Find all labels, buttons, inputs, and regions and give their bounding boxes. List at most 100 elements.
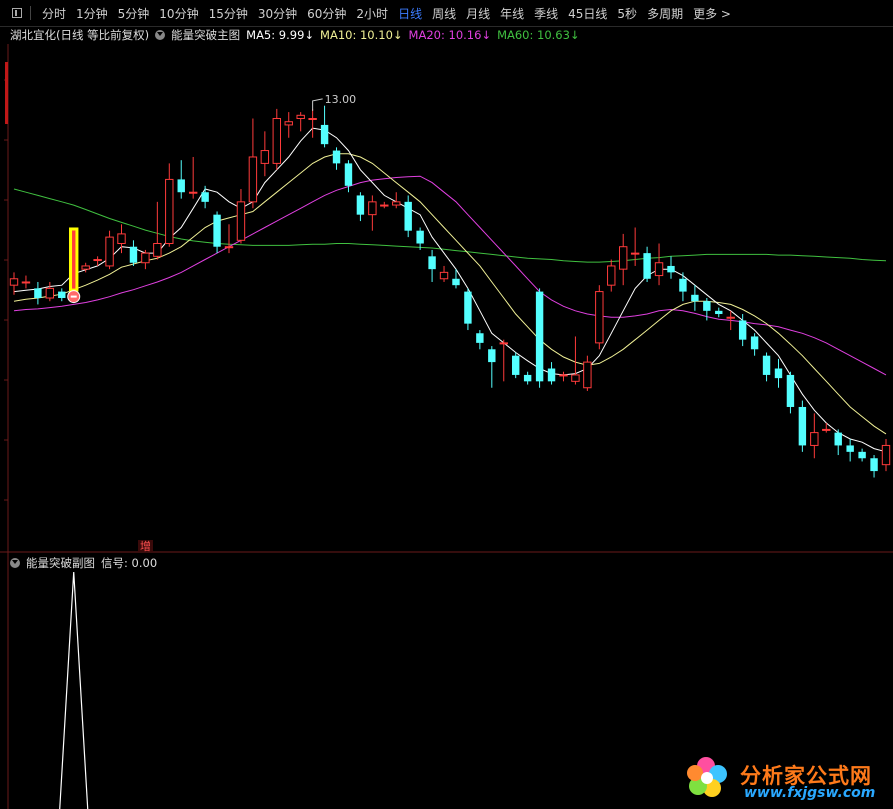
candle-body-up xyxy=(117,233,126,245)
candle-body-down xyxy=(213,214,221,247)
stock-title: 湖北宜化(日线 等比前复权) xyxy=(10,28,150,42)
candle-body-up xyxy=(260,150,270,164)
main-indicator-header: 湖北宜化(日线 等比前复权) 能量突破主图 MA5: 9.99↓ MA10: 1… xyxy=(10,27,586,43)
candle-body-up xyxy=(595,291,604,344)
candle-body-down xyxy=(535,291,544,382)
ma5-value: MA5: 9.99↓ xyxy=(246,28,315,42)
signal-spike-line xyxy=(59,571,89,809)
tab-2hour[interactable]: 2小时 xyxy=(351,5,393,22)
signal-value: 信号: 0.00 xyxy=(101,556,158,570)
candle-body-up xyxy=(284,121,293,126)
candle-body-up xyxy=(45,287,55,299)
main-indicator-name[interactable]: 能量突破主图 xyxy=(171,27,240,43)
tab-30min[interactable]: 30分钟 xyxy=(253,5,302,22)
candle-body-up xyxy=(236,201,246,241)
tab-fenshi[interactable]: 分时 xyxy=(37,5,71,22)
tab-5min[interactable]: 5分钟 xyxy=(113,5,155,22)
high-price-label: 13.00 xyxy=(325,93,357,106)
kline-chart[interactable]: 13.00 增 xyxy=(0,0,893,809)
candle-body-up xyxy=(380,204,389,207)
candle-body-up xyxy=(439,271,449,280)
candle-body-up xyxy=(248,156,258,203)
candle-body-down xyxy=(667,265,675,273)
tab-60min[interactable]: 60分钟 xyxy=(302,5,351,22)
candle-body-up xyxy=(368,201,377,216)
ma5-line xyxy=(13,127,887,453)
tab-5sec[interactable]: 5秒 xyxy=(612,5,642,22)
tab-multi-period[interactable]: 多周期 xyxy=(642,5,688,22)
candle-body-down xyxy=(858,451,866,459)
candle-body-down xyxy=(523,374,532,382)
ma10-line xyxy=(13,153,887,435)
candle-body-down xyxy=(846,445,854,452)
watermark-url: www.fxjgsw.com xyxy=(744,785,876,801)
high-price-pointer xyxy=(312,98,323,111)
candle-body-up xyxy=(607,265,616,286)
tab-daily[interactable]: 日线 xyxy=(393,5,427,22)
signal-candle-core xyxy=(72,230,76,289)
candle-body-down xyxy=(679,278,687,292)
candle-body-up xyxy=(93,259,102,262)
candle-body-down xyxy=(464,291,472,324)
candle-body-up xyxy=(224,246,234,249)
candle-body-down xyxy=(834,432,842,446)
sub-indicator-name[interactable]: 能量突破副图 xyxy=(26,555,95,571)
candle-body-up xyxy=(822,428,831,431)
candle-body-down xyxy=(762,355,771,375)
signal-ball-mark xyxy=(70,295,77,298)
candle-body-up xyxy=(571,374,580,382)
ma20-value: MA20: 10.16↓ xyxy=(408,28,492,42)
candle-body-down xyxy=(34,288,42,298)
tab-15min[interactable]: 15分钟 xyxy=(204,5,253,22)
candle-body-up xyxy=(726,316,735,319)
candle-body-down xyxy=(344,163,353,186)
sub-dropdown-circle-icon[interactable] xyxy=(10,558,20,568)
panel-toggle-icon[interactable] xyxy=(12,8,22,18)
tab-10min[interactable]: 10分钟 xyxy=(154,5,203,22)
candle-body-down xyxy=(428,256,436,270)
tab-1min[interactable]: 1分钟 xyxy=(71,5,113,22)
candle-body-down xyxy=(404,201,412,231)
candle-body-up xyxy=(392,201,401,206)
candle-body-up xyxy=(619,246,628,270)
candle-body-up xyxy=(499,342,508,345)
candle-body-down xyxy=(715,310,723,315)
period-toolbar: 分时 1分钟 5分钟 10分钟 15分钟 30分钟 60分钟 2小时 日线 周线… xyxy=(0,0,893,27)
candle-body-down xyxy=(201,192,209,202)
candle-body-down xyxy=(738,320,747,340)
tab-quarterly[interactable]: 季线 xyxy=(529,5,563,22)
candle-body-down xyxy=(58,291,66,298)
chart-frame xyxy=(0,44,893,809)
tab-monthly[interactable]: 月线 xyxy=(461,5,495,22)
candle-body-down xyxy=(750,336,759,350)
ma60-line xyxy=(13,188,887,263)
dropdown-circle-icon[interactable] xyxy=(155,30,166,40)
candle-body-down xyxy=(643,253,651,279)
candle-body-up xyxy=(308,118,317,121)
candle-body-up xyxy=(654,262,664,277)
candle-body-down xyxy=(703,301,711,311)
candle-body-down xyxy=(356,195,365,215)
tab-yearly[interactable]: 年线 xyxy=(495,5,529,22)
candle-body-down xyxy=(870,458,878,472)
tab-more[interactable]: 更多 > xyxy=(688,5,736,22)
candle-body-down xyxy=(320,124,329,145)
candle-body-down xyxy=(511,355,520,375)
tab-45day[interactable]: 45日线 xyxy=(563,5,612,22)
ma60-value: MA60: 10.63↓ xyxy=(497,28,580,42)
candle-body-down xyxy=(452,278,460,286)
candle-body-up xyxy=(81,265,90,270)
candle-body-up xyxy=(21,281,31,284)
zeng-marker-label: 增 xyxy=(140,539,151,553)
tab-weekly[interactable]: 周线 xyxy=(427,5,461,22)
toolbar-divider xyxy=(30,6,31,20)
candle-body-up xyxy=(141,252,150,264)
candle-body-up xyxy=(881,444,891,466)
main-panel xyxy=(9,98,891,478)
candle-body-up xyxy=(188,191,198,194)
candle-body-down xyxy=(786,374,795,407)
candle-body-down xyxy=(129,246,138,263)
candle-body-down xyxy=(798,406,807,446)
candle-body-up xyxy=(583,361,592,389)
sub-indicator-header: 能量突破副图 信号: 0.00 xyxy=(10,555,163,571)
